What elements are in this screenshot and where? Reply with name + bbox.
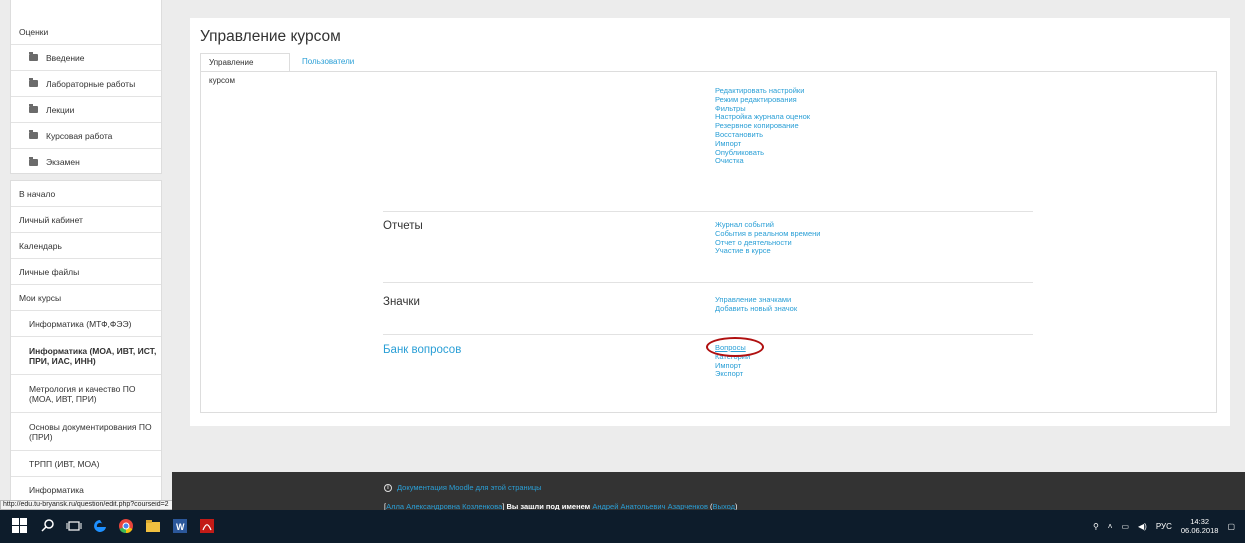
folder-icon bbox=[29, 78, 38, 87]
folder-icon bbox=[29, 156, 38, 166]
clock-time: 14:32 bbox=[1190, 517, 1210, 526]
nav-calendar[interactable]: Календарь bbox=[11, 233, 161, 259]
reports-links: Журнал событий События в реальном времен… bbox=[715, 220, 820, 256]
nav-course-item[interactable]: Основы документирования ПО (ПРИ) bbox=[11, 413, 161, 451]
nav-course-item[interactable]: Метрология и качество ПО (МОА, ИВТ, ПРИ) bbox=[11, 375, 161, 413]
tab-users[interactable]: Пользователи bbox=[294, 53, 362, 72]
clock[interactable]: 14:32 06.06.2018 bbox=[1181, 517, 1219, 535]
file-explorer-icon[interactable] bbox=[145, 518, 161, 534]
page-title: Управление курсом bbox=[200, 28, 341, 45]
nav-label: Информатика (МТФ,ФЭЭ) bbox=[29, 318, 132, 329]
task-view-icon[interactable] bbox=[66, 518, 82, 534]
nav-label: Календарь bbox=[19, 240, 62, 251]
badges-links: Управление значками Добавить новый значо… bbox=[715, 295, 797, 314]
admin-panel: Редактировать настройки Режим редактиров… bbox=[200, 71, 1217, 413]
sidebar-item-label: Курсовая работа bbox=[46, 130, 113, 141]
pdf-reader-icon[interactable] bbox=[199, 518, 215, 534]
nav-label: Информатика bbox=[29, 485, 84, 495]
link-participation[interactable]: Участие в курсе bbox=[715, 247, 820, 256]
docs-link-label: Документация Moodle для этой страницы bbox=[397, 483, 542, 492]
sidebar-item-grades[interactable]: Оценки bbox=[11, 19, 161, 45]
nav-course-item[interactable]: Информатика (МТФ,ФЭЭ) bbox=[11, 311, 161, 337]
nav-label: Личный кабинет bbox=[19, 214, 83, 225]
svg-text:W: W bbox=[176, 522, 185, 532]
highlight-circle bbox=[706, 337, 764, 357]
nav-label: Личные файлы bbox=[19, 266, 80, 277]
course-settings-links: Редактировать настройки Режим редактиров… bbox=[715, 86, 810, 166]
language-indicator[interactable]: РУС bbox=[1156, 522, 1172, 531]
person-icon[interactable]: ⚲ bbox=[1093, 522, 1099, 531]
sidebar-item-label: Введение bbox=[46, 52, 85, 63]
tab-course-admin[interactable]: Управление курсом bbox=[200, 53, 290, 85]
chevron-up-icon[interactable]: ˄ bbox=[1108, 522, 1113, 531]
sidebar-item-exam[interactable]: Экзамен bbox=[11, 149, 161, 175]
system-tray: ⚲ ˄ ▭ ◀) РУС 14:32 06.06.2018 ▢ bbox=[1084, 517, 1235, 535]
notifications-icon[interactable]: ▢ bbox=[1227, 522, 1235, 531]
nav-my-courses[interactable]: Мои курсы bbox=[11, 285, 161, 311]
sidebar-item-lectures[interactable]: Лекции bbox=[11, 97, 161, 123]
nav-home[interactable]: В начало bbox=[11, 181, 161, 207]
sidebar: Оценки Введение Лабораторные работы Лекц… bbox=[0, 0, 203, 510]
navigation-block: В начало Личный кабинет Календарь Личные… bbox=[10, 180, 162, 510]
edge-icon[interactable] bbox=[92, 518, 108, 534]
word-icon[interactable]: W bbox=[172, 518, 188, 534]
nav-dashboard[interactable]: Личный кабинет bbox=[11, 207, 161, 233]
section-title-question-bank[interactable]: Банк вопросов bbox=[383, 344, 461, 356]
section-title-badges: Значки bbox=[383, 296, 420, 308]
sidebar-item-label: Лабораторные работы bbox=[46, 78, 136, 89]
page-footer: i Документация Moodle для этой страницы … bbox=[172, 472, 1245, 511]
link-add-badge[interactable]: Добавить новый значок bbox=[715, 304, 797, 314]
sidebar-item-labs[interactable]: Лабораторные работы bbox=[11, 71, 161, 97]
folder-icon bbox=[29, 130, 38, 139]
clock-date: 06.06.2018 bbox=[1180, 526, 1219, 535]
sidebar-item-label: Экзамен bbox=[46, 157, 80, 167]
sidebar-item-label: Оценки bbox=[19, 26, 49, 37]
course-sections-block: Оценки Введение Лабораторные работы Лекц… bbox=[10, 0, 162, 174]
course-admin-card: Управление курсом Управление курсом Поль… bbox=[190, 18, 1230, 426]
nav-course-item-current[interactable]: Информатика (МОА, ИВТ, ИСТ, ПРИ, ИАС, ИН… bbox=[11, 337, 161, 375]
info-icon: i bbox=[384, 483, 392, 492]
network-icon[interactable]: ▭ bbox=[1121, 522, 1129, 531]
nav-label: Метрология и качество ПО (МОА, ИВТ, ПРИ) bbox=[29, 383, 136, 404]
folder-icon bbox=[29, 52, 38, 61]
sidebar-item-coursework[interactable]: Курсовая работа bbox=[11, 123, 161, 149]
nav-label: ТРПП (ИВТ, МОА) bbox=[29, 458, 100, 469]
sidebar-item-label: Лекции bbox=[46, 104, 75, 115]
nav-course-item[interactable]: ТРПП (ИВТ, МОА) bbox=[11, 451, 161, 477]
folder-icon bbox=[29, 104, 38, 113]
nav-label: Информатика (МОА, ИВТ, ИСТ, ПРИ, ИАС, ИН… bbox=[29, 345, 157, 366]
divider bbox=[383, 282, 1033, 283]
link-qexport[interactable]: Экспорт bbox=[715, 370, 750, 379]
docs-link[interactable]: i Документация Moodle для этой страницы bbox=[384, 483, 542, 492]
sidebar-item-intro[interactable]: Введение bbox=[11, 45, 161, 71]
link-reset[interactable]: Очистка bbox=[715, 157, 810, 166]
search-icon[interactable] bbox=[40, 518, 56, 534]
chrome-icon[interactable] bbox=[118, 518, 134, 534]
divider bbox=[383, 211, 1033, 212]
nav-label: В начало bbox=[19, 188, 56, 199]
divider bbox=[383, 334, 1033, 335]
nav-private-files[interactable]: Личные файлы bbox=[11, 259, 161, 285]
section-title-reports: Отчеты bbox=[383, 220, 423, 232]
nav-label: Основы документирования ПО (ПРИ) bbox=[29, 421, 152, 442]
nav-label: Мои курсы bbox=[19, 292, 62, 303]
windows-start-icon[interactable] bbox=[12, 518, 28, 534]
volume-icon[interactable]: ◀) bbox=[1138, 522, 1147, 531]
windows-taskbar: W ⚲ ˄ ▭ ◀) РУС 14:32 06.06.2018 ▢ bbox=[0, 510, 1245, 543]
